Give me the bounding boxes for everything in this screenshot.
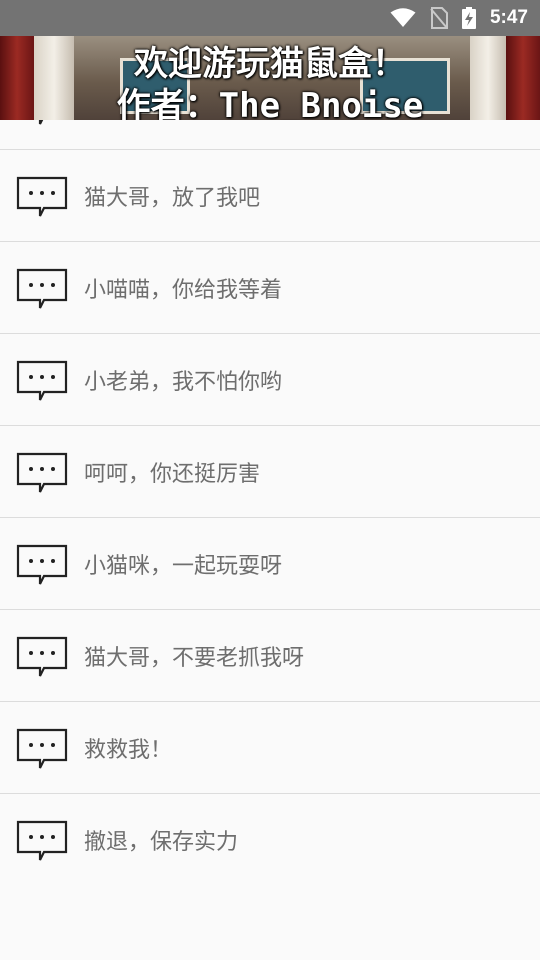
- list-item-label: 呵呵，你还挺厉害: [84, 462, 261, 487]
- no-sim-icon: [430, 7, 448, 29]
- list-item[interactable]: 撤退，保存实力: [0, 794, 540, 885]
- list-item-label: 小老弟，我不怕你哟: [84, 370, 283, 395]
- speech-bubble-icon: [16, 268, 68, 309]
- list-item[interactable]: 猫大哥，放了我吧: [0, 150, 540, 242]
- wifi-icon: [390, 8, 416, 27]
- message-list: 猫大哥，放了我吧 小喵喵，你给我等着 小老弟，我不怕你哟 呵呵，你还挺厉害 小猫…: [0, 120, 540, 885]
- list-item[interactable]: 呵呵，你还挺厉害: [0, 426, 540, 518]
- list-item[interactable]: 猫大哥，不要老抓我呀: [0, 610, 540, 702]
- list-item-label: 小猫咪，一起玩耍呀: [84, 554, 283, 579]
- battery-charging-icon: [461, 7, 476, 29]
- list-item-label: 救救我！: [84, 738, 173, 763]
- list-item-label: 撤退，保存实力: [84, 830, 239, 855]
- speech-bubble-icon: [16, 728, 68, 769]
- banner-author: 作者：The_Bnoise: [116, 86, 424, 120]
- speech-bubble-icon: [16, 544, 68, 585]
- speech-bubble-icon: [16, 176, 68, 217]
- list-item[interactable]: 救救我！: [0, 702, 540, 794]
- status-bar: 5:47: [0, 0, 540, 36]
- speech-bubble-icon: [16, 360, 68, 401]
- speech-bubble-icon: [16, 636, 68, 677]
- banner: 欢迎游玩猫鼠盒！ 作者：The_Bnoise: [0, 36, 540, 120]
- list-item-label: 猫大哥，不要老抓我呀: [84, 646, 305, 671]
- list-item[interactable]: 小喵喵，你给我等着: [0, 242, 540, 334]
- speech-bubble-icon: [16, 820, 68, 861]
- list-item-label: 猫大哥，放了我吧: [84, 186, 261, 211]
- list-item[interactable]: [0, 120, 540, 150]
- list-item[interactable]: 小老弟，我不怕你哟: [0, 334, 540, 426]
- list-item[interactable]: 小猫咪，一起玩耍呀: [0, 518, 540, 610]
- speech-bubble-icon: [16, 452, 68, 493]
- status-time: 5:47: [489, 7, 528, 28]
- list-item-label: 小喵喵，你给我等着: [84, 278, 283, 303]
- speech-bubble-icon: [38, 120, 44, 125]
